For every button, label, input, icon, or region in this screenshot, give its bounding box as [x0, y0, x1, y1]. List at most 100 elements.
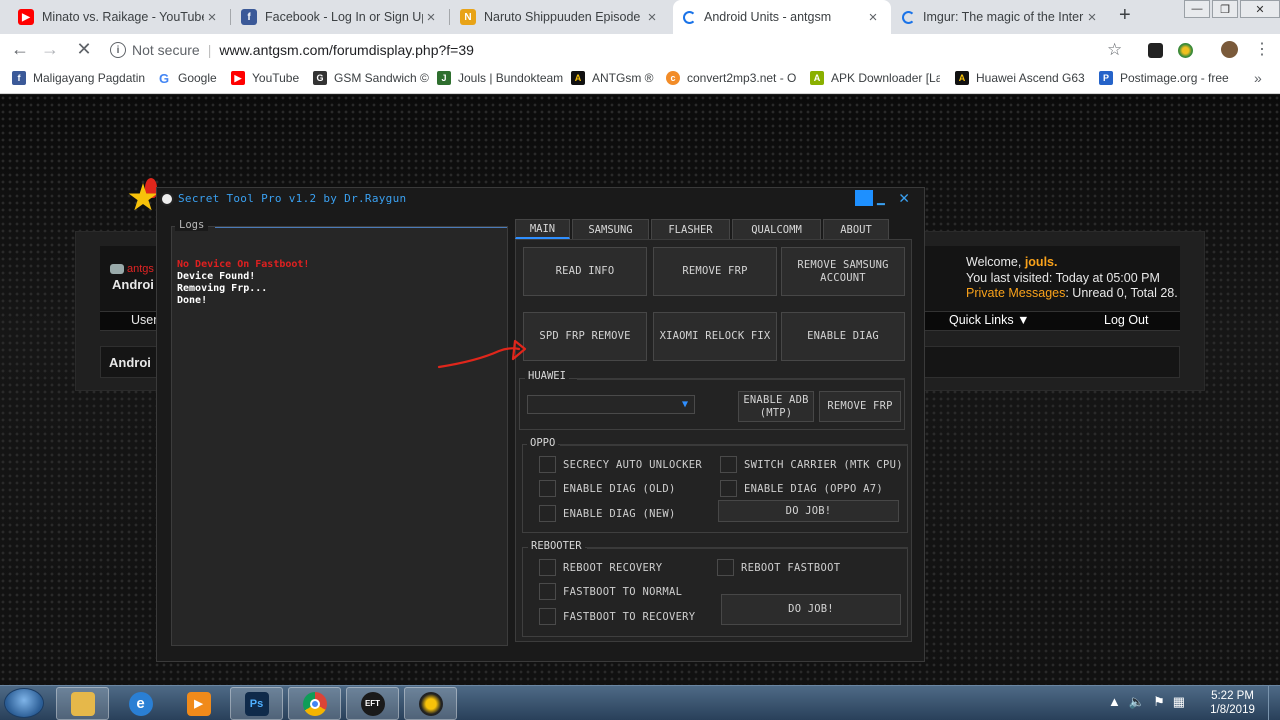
reboot-fastboot-checkbox[interactable]: REBOOT FASTBOOT [717, 559, 840, 576]
antgsm-icon: A [571, 71, 585, 85]
apk-icon: A [810, 71, 824, 85]
bookmark-item[interactable]: A APK Downloader [La [810, 71, 940, 85]
bookmark-item[interactable]: J Jouls | Bundokteam [437, 71, 563, 85]
private-messages-link[interactable]: Private Messages [966, 286, 1065, 300]
bookmark-item[interactable]: G GSM Sandwich © [313, 71, 429, 85]
taskbar-clock[interactable]: 5:22 PM 1/8/2019 [1205, 689, 1260, 717]
close-window-button[interactable]: ✕ [1240, 0, 1280, 18]
tab-qualcomm[interactable]: QUALCOMM [732, 219, 821, 239]
address-input[interactable]: i Not secure | www.antgsm.com/forumdispl… [104, 38, 1134, 62]
tab-about[interactable]: ABOUT [823, 219, 889, 239]
site-brand[interactable]: antgs [110, 263, 154, 275]
tool-maximize-button[interactable] [855, 190, 873, 206]
tool-title-bar[interactable]: Secret Tool Pro v1.2 by Dr.Raygun [157, 188, 924, 210]
menu-icon[interactable]: ⋮ [1250, 39, 1274, 59]
photoshop-icon[interactable]: Ps [230, 687, 283, 720]
browser-tab-bar: ▶ Minato vs. Raikage - YouTube × f Faceb… [0, 0, 1280, 34]
fastboot-to-normal-checkbox[interactable]: FASTBOOT TO NORMAL [539, 583, 682, 600]
tab-title: Imgur: The magic of the Interne [923, 10, 1084, 24]
remove-samsung-account-button[interactable]: REMOVE SAMSUNG ACCOUNT [781, 247, 905, 296]
stop-button[interactable]: ✕ [72, 39, 96, 60]
window-controls: — ❐ ✕ [1182, 0, 1280, 18]
tab-title: Minato vs. Raikage - YouTube [42, 10, 204, 24]
oppo-do-job-button[interactable]: DO JOB! [718, 500, 899, 522]
reboot-recovery-checkbox[interactable]: REBOOT RECOVERY [539, 559, 662, 576]
tool-close-button[interactable]: ✕ [899, 188, 909, 208]
bookmark-star-icon[interactable]: ☆ [1107, 40, 1122, 60]
bookmark-item[interactable]: f Maligayang Pagdatin [12, 71, 146, 85]
tab-facebook[interactable]: f Facebook - Log In or Sign Up × [231, 0, 449, 34]
start-button[interactable] [4, 688, 44, 718]
volume-icon[interactable]: 🔈 [1129, 694, 1145, 710]
internet-explorer-icon[interactable]: e [114, 687, 167, 720]
secret-tool-window: Secret Tool Pro v1.2 by Dr.Raygun ▁ ✕ Lo… [156, 187, 925, 662]
tab-title: Naruto Shippuuden Episode 496 [484, 10, 644, 24]
chrome-icon[interactable] [288, 687, 341, 720]
enable-diag-new-checkbox[interactable]: ENABLE DIAG (NEW) [539, 505, 676, 522]
google-icon: G [157, 71, 171, 85]
tab-title: Facebook - Log In or Sign Up [265, 10, 423, 24]
tool-minimize-button[interactable]: ▁ [877, 191, 885, 206]
fastboot-to-recovery-checkbox[interactable]: FASTBOOT TO RECOVERY [539, 608, 695, 625]
media-player-icon[interactable]: ▶ [172, 687, 225, 720]
file-explorer-icon[interactable] [56, 687, 109, 720]
tab-samsung[interactable]: SAMSUNG [572, 219, 649, 239]
xiaomi-relock-fix-button[interactable]: XIAOMI RELOCK FIX [653, 312, 777, 361]
bookmarks-overflow-button[interactable]: » [1254, 70, 1262, 86]
spd-frp-remove-button[interactable]: SPD FRP REMOVE [523, 312, 647, 361]
profile-avatar[interactable] [1221, 41, 1238, 58]
restore-button[interactable]: ❐ [1212, 0, 1238, 18]
bookmark-item[interactable]: c convert2mp3.net - O [666, 71, 796, 85]
nav-user-link[interactable]: User [131, 313, 157, 327]
forward-button[interactable]: → [38, 39, 62, 60]
close-icon[interactable]: × [204, 9, 220, 26]
close-icon[interactable]: × [865, 9, 881, 26]
switch-carrier-checkbox[interactable]: SWITCH CARRIER (MTK CPU) [720, 456, 903, 473]
tab-android-units[interactable]: Android Units - antgsm × [673, 0, 891, 34]
read-info-button[interactable]: READ INFO [523, 247, 647, 296]
bookmark-item[interactable]: P Postimage.org - free [1099, 71, 1229, 85]
show-desktop-button[interactable] [1268, 686, 1280, 720]
secrecy-auto-unlocker-checkbox[interactable]: SECRECY AUTO UNLOCKER [539, 456, 702, 473]
youtube-icon: ▶ [231, 71, 245, 85]
tab-main[interactable]: MAIN [515, 219, 570, 239]
tab-flasher[interactable]: FLASHER [651, 219, 730, 239]
network-icon[interactable]: ▦ [1173, 694, 1185, 710]
enable-diag-button[interactable]: ENABLE DIAG [781, 312, 905, 361]
new-tab-button[interactable]: + [1119, 4, 1131, 27]
rebooter-do-job-button[interactable]: DO JOB! [721, 594, 901, 625]
username-link[interactable]: jouls. [1025, 255, 1058, 269]
secret-tool-icon[interactable] [404, 687, 457, 720]
minimize-button[interactable]: — [1184, 0, 1210, 18]
enable-diag-old-checkbox[interactable]: ENABLE DIAG (OLD) [539, 480, 676, 497]
quick-links-menu[interactable]: Quick Links ▼ [949, 313, 1029, 327]
convert-icon: c [666, 71, 680, 85]
tab-naruto[interactable]: N Naruto Shippuuden Episode 496 × [450, 0, 670, 34]
logout-link[interactable]: Log Out [1104, 313, 1148, 327]
extension-icon[interactable] [1178, 43, 1193, 58]
extension-icon[interactable] [1148, 43, 1163, 58]
close-icon[interactable]: × [1084, 9, 1100, 26]
info-icon[interactable]: i [110, 42, 126, 58]
huawei-model-select[interactable]: ▼ [527, 395, 695, 414]
huawei-enable-adb-button[interactable]: ENABLE ADB (MTP) [738, 391, 814, 422]
bookmark-item[interactable]: A Huawei Ascend G630 [955, 71, 1085, 85]
eft-icon[interactable]: EFT [346, 687, 399, 720]
close-icon[interactable]: × [644, 9, 660, 26]
show-hidden-icons-icon[interactable]: ▲ [1108, 694, 1121, 710]
bookmark-item[interactable]: ▶ YouTube [231, 71, 299, 85]
url-text: www.antgsm.com/forumdisplay.php?f=39 [219, 42, 474, 58]
remove-frp-button[interactable]: REMOVE FRP [653, 247, 777, 296]
bookmark-item[interactable]: G Google [157, 71, 217, 85]
tab-youtube[interactable]: ▶ Minato vs. Raikage - YouTube × [8, 0, 230, 34]
tab-imgur[interactable]: Imgur: The magic of the Interne × [892, 0, 1110, 34]
close-icon[interactable]: × [423, 9, 439, 26]
address-bar-row: ← → ✕ i Not secure | www.antgsm.com/foru… [0, 34, 1280, 66]
flag-icon[interactable]: ⚑ [1153, 694, 1165, 710]
bookmarks-bar: f Maligayang Pagdatin G Google ▶ YouTube GG… [0, 66, 1280, 94]
back-button[interactable]: ← [8, 39, 32, 60]
huawei-remove-frp-button[interactable]: REMOVE FRP [819, 391, 901, 422]
log-line: No Device On Fastboot! [177, 259, 310, 270]
bookmark-item[interactable]: A ANTGsm ® [571, 71, 654, 85]
enable-diag-oppo-a7-checkbox[interactable]: ENABLE DIAG (OPPO A7) [720, 480, 883, 497]
